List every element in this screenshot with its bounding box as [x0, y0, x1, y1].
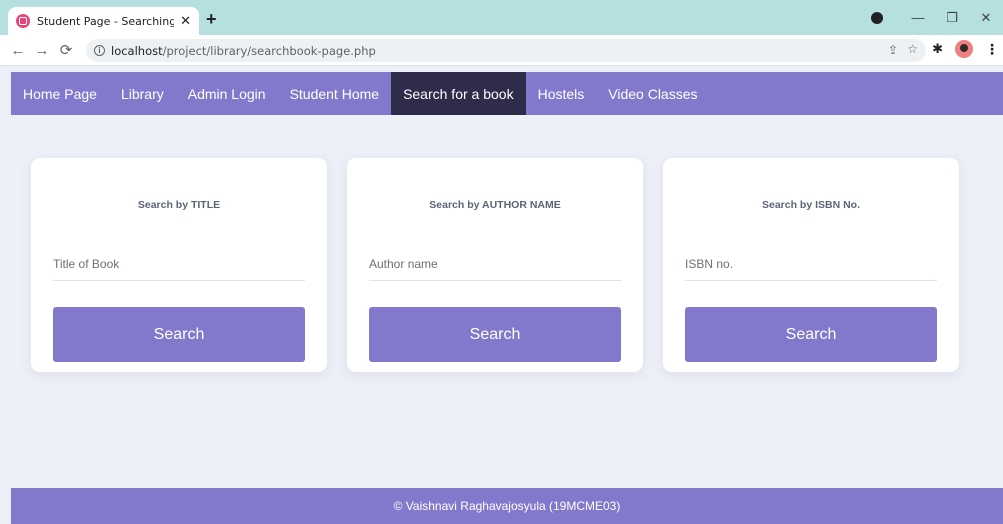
- bookmark-star-icon[interactable]: ☆: [907, 42, 918, 56]
- site-footer: © Vaishnavi Raghavajosyula (19MCME03): [11, 488, 1003, 524]
- address-bar[interactable]: i localhost/project/library/searchbook-p…: [86, 39, 926, 62]
- footer-copyright: © Vaishnavi Raghavajosyula (19MCME03): [393, 499, 621, 513]
- search-title-button[interactable]: Search: [53, 307, 305, 362]
- nav-hostels[interactable]: Hostels: [526, 72, 597, 115]
- url-path: /project/library/searchbook-page.php: [162, 43, 376, 58]
- url-host: localhost: [111, 43, 163, 58]
- browser-tabstrip: Student Page - Searching a Book ✕ + — ❐ …: [0, 0, 1003, 35]
- search-by-title-card: Search by TITLE Search: [31, 158, 327, 372]
- browser-tab[interactable]: Student Page - Searching a Book ✕: [8, 7, 199, 35]
- search-isbn-button[interactable]: Search: [685, 307, 937, 362]
- search-by-isbn-card: Search by ISBN No. Search: [663, 158, 959, 372]
- profile-avatar-icon[interactable]: [955, 40, 973, 58]
- forward-arrow-icon[interactable]: →: [30, 42, 54, 59]
- toolbar-actions: ✱ ⋮: [932, 40, 999, 58]
- nav-library[interactable]: Library: [109, 72, 176, 115]
- tab-title: Student Page - Searching a Book: [37, 14, 175, 28]
- window-controls: — ❐ ✕: [871, 0, 1003, 35]
- reload-icon[interactable]: ⟳: [54, 41, 78, 59]
- url-text: localhost/project/library/searchbook-pag…: [111, 44, 376, 58]
- site-favicon-icon: [16, 14, 30, 28]
- info-icon[interactable]: i: [94, 45, 105, 56]
- title-input[interactable]: [53, 253, 305, 281]
- nav-student-home[interactable]: Student Home: [278, 72, 392, 115]
- tab-close-icon[interactable]: ✕: [180, 13, 191, 29]
- site-navbar: Home Page Library Admin Login Student Ho…: [11, 72, 1003, 115]
- minimize-button[interactable]: —: [901, 10, 935, 25]
- browser-toolbar: ← → ⟳ i localhost/project/library/search…: [0, 35, 1003, 66]
- nav-search-for-a-book[interactable]: Search for a book: [391, 72, 526, 115]
- author-input[interactable]: [369, 253, 621, 281]
- extensions-puzzle-icon[interactable]: ✱: [932, 41, 943, 57]
- isbn-input[interactable]: [685, 253, 937, 281]
- close-window-button[interactable]: ✕: [969, 10, 1003, 26]
- card-title: Search by AUTHOR NAME: [429, 199, 561, 211]
- back-arrow-icon[interactable]: ←: [6, 42, 30, 59]
- new-tab-button[interactable]: +: [206, 9, 217, 30]
- card-title: Search by ISBN No.: [761, 199, 861, 211]
- extension-indicator-icon[interactable]: [871, 11, 883, 24]
- kebab-menu-icon[interactable]: ⋮: [985, 41, 999, 58]
- card-title: Search by TITLE: [137, 199, 221, 211]
- nav-home-page[interactable]: Home Page: [11, 72, 109, 115]
- search-by-author-card: Search by AUTHOR NAME Search: [347, 158, 643, 372]
- nav-video-classes[interactable]: Video Classes: [596, 72, 709, 115]
- search-author-button[interactable]: Search: [369, 307, 621, 362]
- share-icon[interactable]: ⇪: [888, 43, 898, 57]
- nav-admin-login[interactable]: Admin Login: [176, 72, 278, 115]
- restore-button[interactable]: ❐: [935, 10, 969, 26]
